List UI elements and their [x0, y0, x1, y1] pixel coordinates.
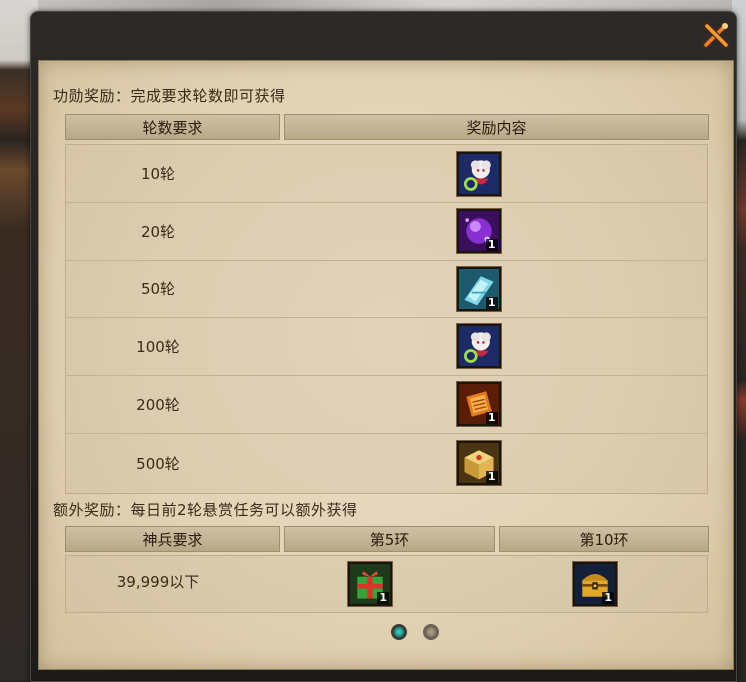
reward-item-slot[interactable] [456, 324, 501, 368]
rounds-label: 20轮 [140, 222, 176, 241]
item-quantity: 1 [485, 411, 498, 424]
reward-item-slot[interactable]: 1 [456, 209, 501, 253]
reward-item-slot[interactable]: 1 [456, 382, 501, 426]
header-ring-10: 第10环 [499, 526, 709, 552]
table-row: 500轮 1 [66, 433, 707, 493]
item-quantity: 1 [485, 470, 498, 483]
rounds-label: 500轮 [136, 454, 180, 473]
item-quantity: 1 [485, 238, 498, 251]
table-row: 50轮 1 [66, 260, 707, 318]
item-quantity: 1 [377, 591, 389, 604]
bonus-reward-table: 39,999以下 1 1 [65, 555, 708, 613]
header-reward-content: 奖励内容 [284, 114, 709, 140]
item-quantity: 1 [602, 591, 614, 604]
doll-charm-icon [458, 326, 499, 366]
merit-reward-table: 10轮 20轮 1 50轮 1 100轮 200轮 1 500轮 1 [65, 144, 708, 494]
table-row: 100轮 [66, 317, 707, 376]
rounds-label: 10轮 [140, 165, 176, 183]
table-row: 20轮 1 [66, 202, 707, 261]
header-rounds-required: 轮数要求 [65, 114, 280, 140]
close-icon [703, 23, 729, 48]
table-row: 10轮 [66, 145, 707, 203]
merit-table-header: 轮数要求 奖励内容 [65, 114, 709, 140]
reward-item-slot[interactable] [456, 151, 501, 196]
reward-panel: 功勋奖励：完成要求轮数即可获得 轮数要求 奖励内容 10轮 20轮 1 50轮 … [38, 60, 734, 670]
weapon-requirement-label: 39,999以下 [116, 572, 200, 591]
close-button[interactable] [700, 19, 732, 51]
bonus-table-header: 神兵要求 第5环 第10环 [65, 526, 709, 552]
page-indicator [391, 624, 439, 640]
reward-item-slot[interactable]: 1 [573, 562, 617, 606]
header-ring-5: 第5环 [284, 526, 495, 552]
reward-item-slot[interactable]: 1 [456, 441, 501, 485]
item-quantity: 1 [485, 295, 498, 309]
rounds-label: 200轮 [136, 395, 180, 414]
reward-item-slot[interactable]: 1 [348, 562, 392, 606]
rounds-label: 50轮 [140, 280, 176, 298]
merit-reward-title: 功勋奖励：完成要求轮数即可获得 [53, 87, 286, 105]
bonus-reward-title: 额外奖励：每日前2轮悬赏任务可以额外获得 [53, 501, 358, 519]
doll-charm-icon [458, 153, 499, 194]
page-dot-2[interactable] [423, 624, 439, 640]
header-weapon-requirement: 神兵要求 [65, 526, 280, 552]
rounds-label: 100轮 [136, 337, 180, 356]
page-dot-1[interactable] [391, 624, 407, 640]
table-row: 200轮 1 [66, 375, 707, 434]
reward-item-slot[interactable]: 1 [456, 266, 501, 311]
